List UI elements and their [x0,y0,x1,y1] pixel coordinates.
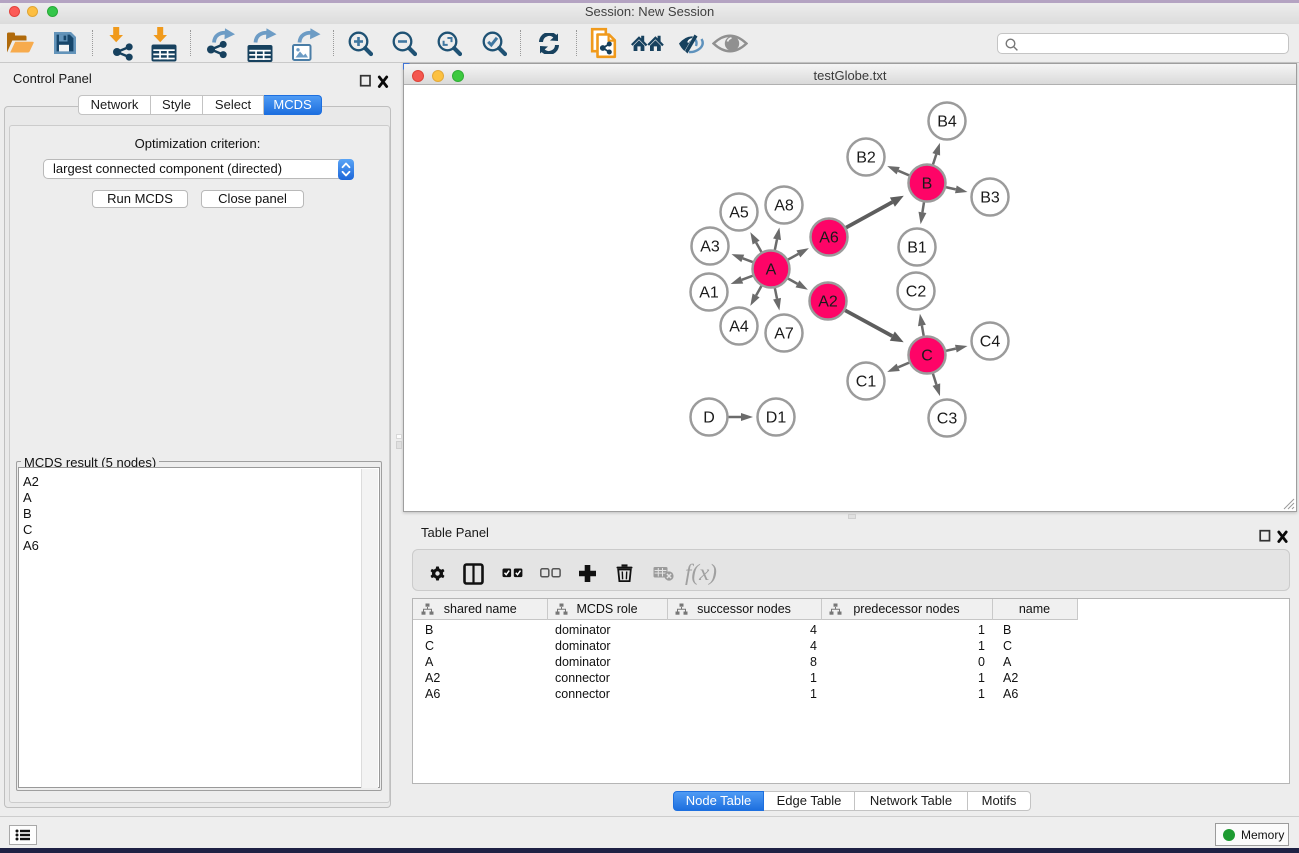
svg-text:D: D [703,410,715,427]
svg-text:A5: A5 [729,205,749,222]
svg-text:C2: C2 [906,284,927,301]
svg-text:B2: B2 [856,150,876,167]
svg-text:D1: D1 [766,410,787,427]
svg-text:A1: A1 [699,285,719,302]
svg-text:C3: C3 [937,411,958,428]
svg-text:A4: A4 [729,319,749,336]
svg-text:C4: C4 [980,334,1001,351]
svg-text:A2: A2 [818,294,838,311]
svg-text:B4: B4 [937,114,957,131]
svg-text:A8: A8 [774,198,794,215]
svg-text:C1: C1 [856,374,877,391]
svg-text:C: C [921,348,933,365]
svg-text:A3: A3 [700,239,720,256]
svg-text:A6: A6 [819,230,839,247]
svg-text:A7: A7 [774,326,794,343]
svg-text:f(x): f(x) [685,560,717,585]
svg-text:B1: B1 [907,240,927,257]
svg-text:B3: B3 [980,190,1000,207]
svg-text:B: B [922,176,933,193]
svg-text:A: A [766,262,777,279]
